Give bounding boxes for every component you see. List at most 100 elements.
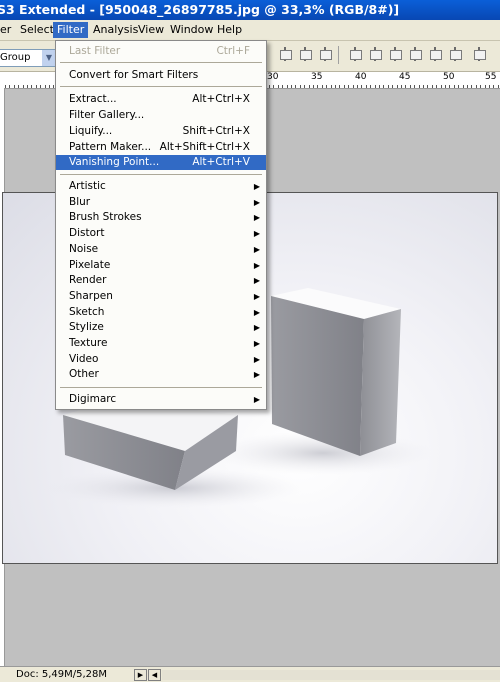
ruler-tick <box>273 85 275 88</box>
ruler-tick <box>401 85 402 88</box>
submenu-arrow-icon: ▶ <box>253 276 260 286</box>
auto-select-value: Group <box>0 52 31 63</box>
menu-view[interactable]: View <box>134 22 168 38</box>
ruler-tick <box>13 85 15 88</box>
ruler-tick <box>321 85 323 88</box>
align-vcenter-icon[interactable] <box>298 47 312 61</box>
distribute-hcenter-icon[interactable] <box>428 47 442 61</box>
menu-item-label: Last Filter <box>69 45 121 57</box>
menu-item-label: Texture <box>69 337 108 349</box>
scroll-left-icon[interactable]: ◀ <box>148 669 161 681</box>
ruler-tick <box>326 85 328 88</box>
menu-item-sketch[interactable]: Sketch ▶ <box>56 305 266 320</box>
toolbar-divider <box>338 46 339 64</box>
ruler-tick <box>40 85 42 88</box>
menu-item-brush-strokes[interactable]: Brush Strokes ▶ <box>56 210 266 225</box>
menu-item-vanishing-point[interactable]: Vanishing Point... Alt+Ctrl+V <box>56 155 266 170</box>
ruler-tick <box>489 85 490 88</box>
menu-item-other[interactable]: Other ▶ <box>56 367 266 382</box>
menu-item-noise[interactable]: Noise ▶ <box>56 242 266 257</box>
menu-item-label: Brush Strokes <box>69 211 142 224</box>
menu-item-filter-gallery[interactable]: Filter Gallery... <box>56 108 266 123</box>
menu-item-artistic[interactable]: Artistic ▶ <box>56 179 266 194</box>
ruler-label: 35 <box>311 72 323 82</box>
ruler-tick <box>5 85 6 88</box>
auto-select-dropdown[interactable]: Group ▼ <box>0 49 57 67</box>
menu-item-liquify[interactable]: Liquify... Shift+Ctrl+X <box>56 124 266 139</box>
menu-item-shortcut: Alt+Shift+Ctrl+X <box>159 141 250 153</box>
menu-item-label: Artistic <box>69 180 106 192</box>
ruler-tick <box>330 85 332 88</box>
ruler-tick <box>343 85 345 88</box>
menu-help[interactable]: Help <box>213 22 246 38</box>
menu-item-digimarc[interactable]: Digimarc ▶ <box>56 392 266 407</box>
menu-item-video[interactable]: Video ▶ <box>56 352 266 367</box>
ruler-tick <box>414 85 416 88</box>
submenu-arrow-icon: ▶ <box>253 197 260 207</box>
menu-layer[interactable]: er <box>0 22 15 38</box>
menu-item-extract[interactable]: Extract... Alt+Ctrl+X <box>56 92 266 107</box>
distribute-bottom-icon[interactable] <box>388 47 402 61</box>
status-bar: Doc: 5,49M/5,28M ▶ ◀ <box>0 666 500 682</box>
ruler-tick <box>335 85 336 88</box>
menu-item-stylize[interactable]: Stylize ▶ <box>56 320 266 335</box>
menu-item-sharpen[interactable]: Sharpen ▶ <box>56 289 266 304</box>
ruler-tick <box>269 85 270 88</box>
distribute-left-icon[interactable] <box>408 47 422 61</box>
status-menu-arrow-icon[interactable]: ▶ <box>134 669 147 681</box>
submenu-arrow-icon: ▶ <box>253 260 260 270</box>
auto-align-icon[interactable] <box>472 47 486 61</box>
ruler-label: 55 <box>485 72 497 82</box>
align-bottom-icon[interactable] <box>318 47 332 61</box>
menu-separator <box>60 387 262 388</box>
align-top-icon[interactable] <box>278 47 292 61</box>
menu-separator <box>60 86 262 87</box>
filter-menu: Last Filter Ctrl+F Convert for Smart Fil… <box>55 40 267 410</box>
horizontal-scrollbar[interactable] <box>162 670 500 680</box>
ruler-tick <box>409 85 411 88</box>
box-side-face <box>360 309 401 456</box>
menu-item-label: Liquify... <box>69 125 113 137</box>
menu-item-label: Blur <box>69 195 91 208</box>
distribute-right-icon[interactable] <box>448 47 462 61</box>
ruler-tick <box>277 85 279 88</box>
ruler-tick <box>423 85 424 88</box>
ruler-tick <box>22 85 24 88</box>
menu-item-label: Stylize <box>69 321 104 334</box>
distribute-top-icon[interactable] <box>348 47 362 61</box>
submenu-arrow-icon: ▶ <box>253 229 260 239</box>
ruler-tick <box>431 85 433 88</box>
menu-item-label: Other <box>69 368 99 381</box>
ruler-tick <box>462 85 464 88</box>
distribute-vcenter-icon[interactable] <box>368 47 382 61</box>
menu-item-pixelate[interactable]: Pixelate ▶ <box>56 258 266 273</box>
menu-bar: er Select Filter Analysis View Window He… <box>0 20 500 41</box>
menu-item-texture[interactable]: Texture ▶ <box>56 336 266 351</box>
ruler-tick <box>352 85 354 88</box>
menu-separator <box>60 62 262 63</box>
menu-select[interactable]: Select <box>16 22 58 38</box>
submenu-arrow-icon: ▶ <box>253 339 260 348</box>
menu-separator <box>60 174 262 175</box>
submenu-arrow-icon: ▶ <box>253 291 260 301</box>
menu-item-label: Noise <box>69 242 99 255</box>
menu-filter[interactable]: Filter <box>53 22 89 38</box>
menu-item-pattern-maker[interactable]: Pattern Maker... Alt+Shift+Ctrl+X <box>56 140 266 155</box>
ruler-label: 45 <box>399 72 411 82</box>
menu-item-last-filter: Last Filter Ctrl+F <box>56 44 266 59</box>
menu-item-label: Pixelate <box>69 258 111 271</box>
ruler-tick <box>35 85 37 88</box>
ruler-tick <box>493 85 495 88</box>
ruler-tick <box>449 85 451 88</box>
menu-item-blur[interactable]: Blur ▶ <box>56 195 266 210</box>
ruler-tick <box>49 85 50 88</box>
ruler-tick <box>458 85 460 88</box>
ruler-tick <box>445 85 446 88</box>
menu-item-distort[interactable]: Distort ▶ <box>56 226 266 241</box>
ruler-tick <box>405 85 407 88</box>
ruler-tick <box>436 85 438 88</box>
menu-window[interactable]: Window <box>166 22 217 38</box>
menu-item-convert-smart-filters[interactable]: Convert for Smart Filters <box>56 68 266 83</box>
chevron-down-icon: ▼ <box>42 50 56 66</box>
menu-item-render[interactable]: Render ▶ <box>56 273 266 288</box>
